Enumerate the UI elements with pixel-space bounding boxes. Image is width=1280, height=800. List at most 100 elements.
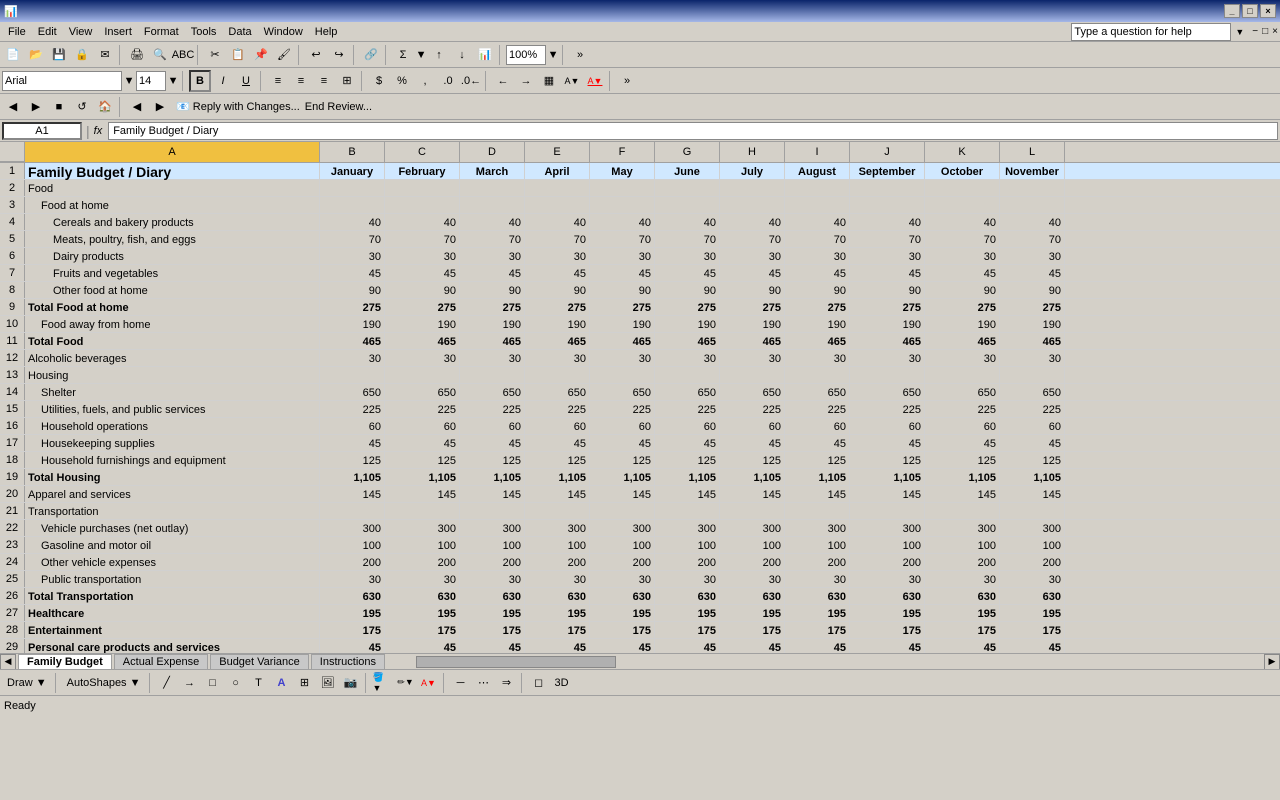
cell-value[interactable]: 100 bbox=[785, 537, 850, 554]
cell-value[interactable] bbox=[1000, 367, 1065, 384]
cell-value[interactable]: 45 bbox=[590, 639, 655, 653]
menu-view[interactable]: View bbox=[63, 24, 99, 40]
cell-value[interactable]: 650 bbox=[655, 384, 720, 401]
cell-value[interactable]: 30 bbox=[525, 350, 590, 367]
italic-button[interactable]: I bbox=[212, 70, 234, 92]
cell-label[interactable]: Housing bbox=[25, 367, 320, 384]
chart-button[interactable]: 📊 bbox=[474, 44, 496, 66]
cell-value[interactable] bbox=[720, 503, 785, 520]
cell-value[interactable]: 465 bbox=[460, 333, 525, 350]
cell-value[interactable]: 100 bbox=[850, 537, 925, 554]
more-buttons[interactable]: » bbox=[569, 44, 591, 66]
cell-value[interactable] bbox=[460, 180, 525, 197]
cell-value[interactable]: 30 bbox=[655, 571, 720, 588]
cell-value[interactable] bbox=[525, 503, 590, 520]
cell-value[interactable]: 90 bbox=[385, 282, 460, 299]
cell-value[interactable]: 45 bbox=[655, 435, 720, 452]
cell-value[interactable]: 40 bbox=[925, 214, 1000, 231]
cell-value[interactable] bbox=[385, 503, 460, 520]
cell-value[interactable]: 30 bbox=[925, 571, 1000, 588]
cell-value[interactable]: 60 bbox=[460, 418, 525, 435]
cell-value[interactable]: 190 bbox=[590, 316, 655, 333]
cell-value[interactable]: 200 bbox=[385, 554, 460, 571]
cell-value[interactable]: 30 bbox=[720, 350, 785, 367]
cell-value[interactable]: 195 bbox=[925, 605, 1000, 622]
cell-value[interactable]: 90 bbox=[785, 282, 850, 299]
cell-value[interactable]: 45 bbox=[385, 435, 460, 452]
save-button[interactable]: 💾 bbox=[48, 44, 70, 66]
cell-value[interactable]: 190 bbox=[320, 316, 385, 333]
cell-value[interactable]: 40 bbox=[590, 214, 655, 231]
cell-value[interactable]: 60 bbox=[785, 418, 850, 435]
cell-value[interactable]: 30 bbox=[525, 248, 590, 265]
cell-value[interactable]: 45 bbox=[785, 265, 850, 282]
help-input[interactable] bbox=[1071, 23, 1231, 41]
cell-value[interactable]: 195 bbox=[590, 605, 655, 622]
cell-value[interactable]: 225 bbox=[1000, 401, 1065, 418]
cell-value[interactable]: 60 bbox=[525, 418, 590, 435]
maximize-button[interactable]: □ bbox=[1242, 4, 1258, 18]
cell-value[interactable]: 175 bbox=[720, 622, 785, 639]
decrease-decimal[interactable]: .0← bbox=[460, 70, 482, 92]
autosum-dropdown[interactable]: ▼ bbox=[415, 44, 427, 66]
cell-label[interactable]: Public transportation bbox=[25, 571, 320, 588]
fill-color-btn[interactable]: 🪣▼ bbox=[372, 672, 394, 694]
cell-value[interactable]: 40 bbox=[320, 214, 385, 231]
nav-back[interactable]: ◀ bbox=[2, 96, 24, 118]
next-change[interactable]: ▶ bbox=[149, 96, 171, 118]
cell-value[interactable]: 195 bbox=[850, 605, 925, 622]
dash-style-btn[interactable]: ⋯ bbox=[473, 672, 495, 694]
cell-value[interactable] bbox=[785, 503, 850, 520]
cell-value[interactable]: 100 bbox=[1000, 537, 1065, 554]
cell-value[interactable]: 60 bbox=[720, 418, 785, 435]
cell-value[interactable]: 70 bbox=[590, 231, 655, 248]
cell-value[interactable] bbox=[525, 180, 590, 197]
cell-value[interactable]: 225 bbox=[925, 401, 1000, 418]
cell-value[interactable]: 1,105 bbox=[850, 469, 925, 486]
cell-label[interactable]: Other food at home bbox=[25, 282, 320, 299]
cell-value[interactable]: 45 bbox=[525, 265, 590, 282]
cell-value[interactable]: 145 bbox=[925, 486, 1000, 503]
cell-label[interactable]: Other vehicle expenses bbox=[25, 554, 320, 571]
cell-value[interactable]: 465 bbox=[720, 333, 785, 350]
cell-value[interactable]: 45 bbox=[525, 435, 590, 452]
cell-value[interactable]: 40 bbox=[850, 214, 925, 231]
cell-label[interactable]: Food away from home bbox=[25, 316, 320, 333]
undo-button[interactable]: ↩ bbox=[305, 44, 327, 66]
cell-value[interactable] bbox=[655, 503, 720, 520]
cell-value[interactable]: 175 bbox=[785, 622, 850, 639]
cell-value[interactable]: 145 bbox=[785, 486, 850, 503]
cell-value[interactable]: 200 bbox=[655, 554, 720, 571]
open-button[interactable]: 📂 bbox=[25, 44, 47, 66]
cell-value[interactable]: 70 bbox=[785, 231, 850, 248]
cell-value[interactable]: 225 bbox=[525, 401, 590, 418]
cell-label[interactable]: Healthcare bbox=[25, 605, 320, 622]
nav-refresh[interactable]: ↺ bbox=[71, 96, 93, 118]
cell-value[interactable]: 200 bbox=[1000, 554, 1065, 571]
cell-value[interactable]: 45 bbox=[720, 265, 785, 282]
cell-value[interactable]: 90 bbox=[1000, 282, 1065, 299]
paste-button[interactable]: 📌 bbox=[250, 44, 272, 66]
cell-value[interactable]: 630 bbox=[460, 588, 525, 605]
col-header-k[interactable]: K bbox=[925, 142, 1000, 162]
cell-value[interactable]: 465 bbox=[655, 333, 720, 350]
cell-value[interactable]: 145 bbox=[525, 486, 590, 503]
autosum-button[interactable]: Σ bbox=[392, 44, 414, 66]
cell-value[interactable]: 100 bbox=[590, 537, 655, 554]
cell-value[interactable]: 650 bbox=[1000, 384, 1065, 401]
cell-label[interactable]: Total Food at home bbox=[25, 299, 320, 316]
cell-value[interactable]: 195 bbox=[525, 605, 590, 622]
sheet-tab-family-budget[interactable]: Family Budget bbox=[18, 654, 112, 670]
cell-value[interactable] bbox=[590, 180, 655, 197]
menu-file[interactable]: File bbox=[2, 24, 32, 40]
cell-value[interactable]: 190 bbox=[385, 316, 460, 333]
cell-value[interactable]: 1,105 bbox=[925, 469, 1000, 486]
cell-value[interactable]: 650 bbox=[925, 384, 1000, 401]
cell-value[interactable]: 90 bbox=[590, 282, 655, 299]
cell-value[interactable] bbox=[1000, 197, 1065, 214]
cell-label[interactable]: Personal care products and services bbox=[25, 639, 320, 653]
cell-value[interactable]: 125 bbox=[655, 452, 720, 469]
cell-value[interactable]: 1,105 bbox=[525, 469, 590, 486]
cell-value[interactable] bbox=[385, 197, 460, 214]
cell-value[interactable]: 275 bbox=[785, 299, 850, 316]
